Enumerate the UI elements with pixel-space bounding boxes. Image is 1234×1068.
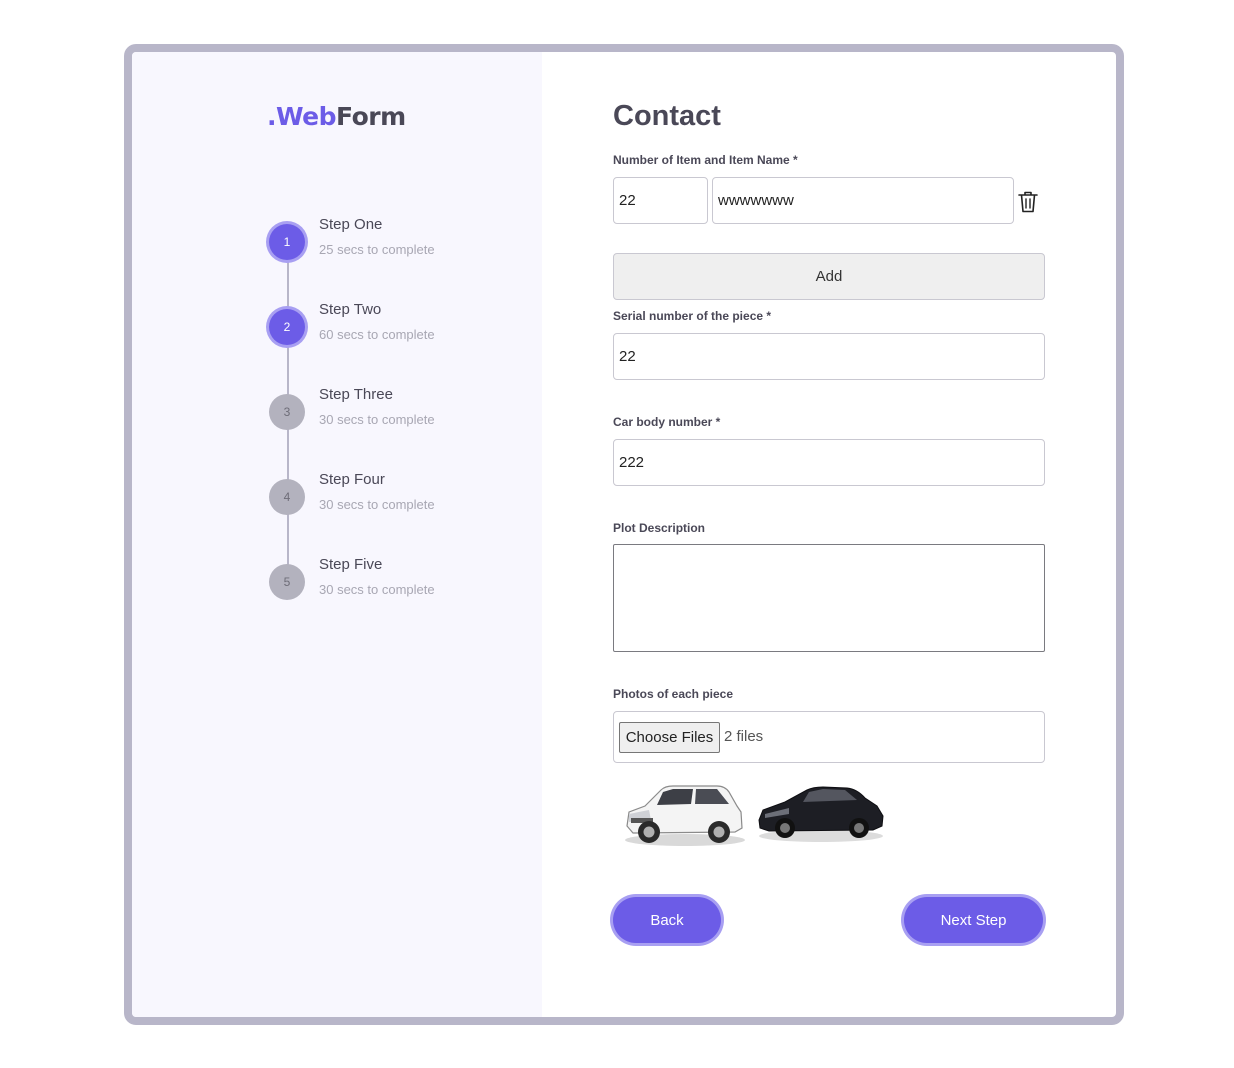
step-number-circle: 3 xyxy=(269,394,305,430)
step-title: Step Four xyxy=(319,471,385,488)
step-number-circle: 1 xyxy=(269,224,305,260)
car-body-label: Car body number * xyxy=(613,415,721,429)
step-subtitle: 30 secs to complete xyxy=(319,582,435,597)
step-title: Step Two xyxy=(319,301,382,318)
photo-thumbnail-white-suv xyxy=(625,785,745,846)
logo: .WebForm xyxy=(267,102,406,131)
next-step-button[interactable]: Next Step xyxy=(904,897,1043,943)
step-title: Step One xyxy=(319,216,383,233)
form-card: .WebForm 1 Step One 25 secs to complete … xyxy=(124,44,1124,1025)
sidebar: .WebForm 1 Step One 25 secs to complete … xyxy=(132,52,542,1017)
form-panel: Contact Number of Item and Item Name * 2… xyxy=(613,52,1053,1017)
plot-description-label: Plot Description xyxy=(613,521,706,535)
step-5[interactable]: 5 Step Five 30 secs to complete xyxy=(269,556,569,624)
step-2[interactable]: 2 Step Two 60 secs to complete xyxy=(269,301,569,369)
step-title: Step Three xyxy=(319,386,393,403)
step-4[interactable]: 4 Step Four 30 secs to complete xyxy=(269,471,569,539)
item-name-input[interactable]: wwwwwww xyxy=(712,177,1014,224)
car-body-number-input[interactable]: 222 xyxy=(613,439,1045,486)
back-button[interactable]: Back xyxy=(613,897,721,943)
serial-label: Serial number of the piece * xyxy=(613,309,772,323)
step-1[interactable]: 1 Step One 25 secs to complete xyxy=(269,216,569,284)
choose-files-button[interactable]: Choose Files xyxy=(619,722,720,753)
step-subtitle: 30 secs to complete xyxy=(319,412,435,427)
file-count-text: 2 files xyxy=(724,728,764,745)
photo-file-input[interactable]: Choose Files 2 files xyxy=(613,711,1045,763)
logo-part-form: Form xyxy=(336,102,406,131)
trash-icon[interactable] xyxy=(1017,190,1039,214)
step-number-circle: 5 xyxy=(269,564,305,600)
step-title: Step Five xyxy=(319,556,383,573)
step-subtitle: 30 secs to complete xyxy=(319,497,435,512)
item-number-input[interactable]: 22 xyxy=(613,177,708,224)
step-number-circle: 4 xyxy=(269,479,305,515)
serial-number-input[interactable]: 22 xyxy=(613,333,1045,380)
photo-thumbnail-black-sedan xyxy=(758,786,884,842)
photos-label: Photos of each piece xyxy=(613,687,734,701)
step-3[interactable]: 3 Step Three 30 secs to complete xyxy=(269,386,569,454)
step-number-circle: 2 xyxy=(269,309,305,345)
step-subtitle: 60 secs to complete xyxy=(319,327,435,342)
page-title: Contact xyxy=(613,100,721,132)
plot-description-textarea[interactable] xyxy=(613,544,1045,652)
logo-part-web: .Web xyxy=(267,102,337,131)
step-subtitle: 25 secs to complete xyxy=(319,242,435,257)
add-item-button[interactable]: Add xyxy=(613,253,1045,300)
item-label: Number of Item and Item Name * xyxy=(613,153,798,167)
